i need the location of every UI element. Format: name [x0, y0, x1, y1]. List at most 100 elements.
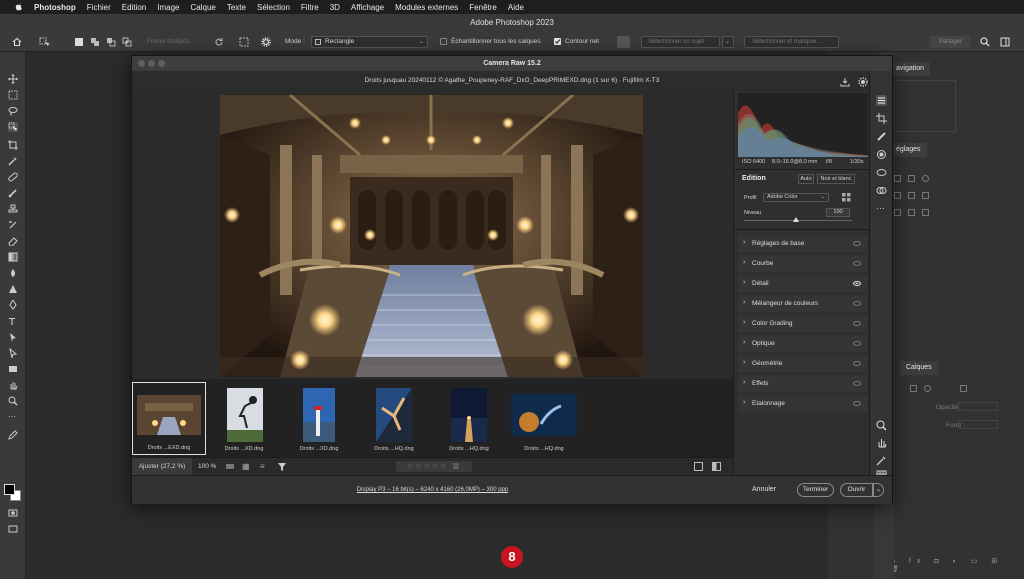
tab-reglages[interactable]: églages [890, 143, 927, 157]
select-and-mask-button[interactable]: Sélectionner et masquer... [744, 36, 839, 48]
grid-view-icon[interactable]: ▦ [242, 462, 252, 472]
select-subject-dropdown[interactable]: ⌄ [722, 36, 734, 48]
search-icon[interactable] [980, 37, 990, 47]
crop-icon[interactable] [876, 113, 887, 124]
zoom-window-button[interactable] [158, 60, 165, 67]
eye-icon[interactable] [853, 261, 861, 266]
minimize-window-button[interactable] [148, 60, 155, 67]
adjustment-icon[interactable] [894, 209, 901, 216]
menu-affichage[interactable]: Affichage [351, 3, 384, 12]
hand-icon[interactable] [876, 437, 887, 448]
show-objects-icon[interactable] [239, 37, 249, 47]
section-optics[interactable]: › Optique [738, 335, 867, 352]
contour-net-checkbox[interactable] [554, 38, 561, 45]
menu-modules-externes[interactable]: Modules externes [395, 3, 458, 12]
filmstrip-thumb[interactable]: Droits ...HQ.dng [432, 382, 506, 455]
blur-tool-icon[interactable] [8, 268, 18, 278]
new-selection-icon[interactable] [74, 37, 84, 47]
menu-photoshop[interactable]: Photoshop [34, 3, 76, 12]
screen-mode-icon[interactable] [8, 524, 18, 534]
rectangle-tool-icon[interactable] [8, 364, 18, 374]
eye-icon[interactable] [853, 241, 861, 246]
edit-sliders-icon[interactable] [876, 95, 887, 106]
adjustment-icon[interactable] [922, 209, 929, 216]
share-button[interactable]: Partager [930, 36, 970, 48]
marquee-tool-icon[interactable] [8, 90, 18, 100]
gear-icon[interactable] [858, 76, 868, 87]
zoom-icon[interactable] [876, 420, 887, 431]
section-calibration[interactable]: › Etalonnage [738, 395, 867, 412]
single-view-icon[interactable] [694, 462, 703, 471]
image-canvas[interactable] [132, 91, 733, 379]
mask-icon[interactable] [876, 149, 887, 160]
section-curve[interactable]: › Courbe [738, 255, 867, 272]
presets-icon[interactable] [876, 185, 887, 196]
adjustment-icon[interactable] [908, 209, 915, 216]
object-selection-tool-icon[interactable] [39, 37, 51, 47]
adjustment-icon[interactable] [894, 175, 901, 182]
clone-stamp-icon[interactable] [8, 204, 18, 214]
more-tools-icon[interactable]: ··· [8, 413, 18, 424]
refresh-icon[interactable] [214, 37, 224, 47]
eye-icon[interactable] [853, 401, 861, 406]
menu-calque[interactable]: Calque [191, 3, 216, 12]
adjustment-icon[interactable] [922, 192, 929, 199]
save-icon[interactable] [840, 76, 850, 87]
healing-brush-icon[interactable] [8, 172, 18, 182]
section-color-mixer[interactable]: › Mélangeur de couleurs [738, 295, 867, 312]
finder-objects-label[interactable]: Finder d'objets [147, 36, 189, 48]
object-selection-tool-icon[interactable] [8, 122, 18, 132]
layer-filter-icon[interactable] [924, 385, 931, 392]
gear-icon[interactable] [261, 37, 271, 47]
brush-tool-icon[interactable] [8, 188, 18, 198]
eye-icon[interactable] [853, 361, 861, 366]
speech-bubble-icon[interactable] [617, 36, 630, 48]
history-brush-icon[interactable] [8, 220, 18, 230]
lasso-tool-icon[interactable] [8, 106, 18, 116]
direct-selection-icon[interactable] [8, 347, 18, 360]
hand-tool-icon[interactable] [8, 380, 18, 390]
profile-select[interactable]: Adobe Color ⌄ [763, 193, 829, 202]
eye-icon[interactable] [853, 381, 861, 386]
eye-icon[interactable] [853, 301, 861, 306]
tab-calques[interactable]: Calques [900, 361, 938, 375]
tab-navigation[interactable]: avigation [890, 62, 931, 76]
auto-button[interactable]: Auto [798, 174, 814, 184]
star-rating[interactable]: ☆☆☆☆☆ ▥ [396, 461, 472, 472]
dodge-tool-icon[interactable] [8, 284, 18, 294]
filmstrip-thumb[interactable]: Droits ...HQ.dng [507, 382, 581, 455]
menu-fenetre[interactable]: Fenêtre [469, 3, 497, 12]
section-detail[interactable]: › Détail [738, 275, 867, 292]
open-button[interactable]: Ouvrir [840, 483, 873, 497]
menu-image[interactable]: Image [157, 3, 179, 12]
menu-aide[interactable]: Aide [508, 3, 524, 12]
intersect-selection-icon[interactable] [122, 37, 132, 47]
move-tool-icon[interactable] [8, 74, 18, 84]
section-effects[interactable]: › Effets [738, 375, 867, 392]
menu-3d[interactable]: 3D [330, 3, 340, 12]
menu-texte[interactable]: Texte [227, 3, 246, 12]
open-options-dropdown[interactable]: ⌄ [873, 483, 884, 497]
menu-selection[interactable]: Sélection [257, 3, 290, 12]
gradient-tool-icon[interactable] [8, 252, 18, 262]
sort-icon[interactable]: ≡ [260, 462, 270, 472]
apple-icon[interactable] [14, 2, 24, 12]
red-eye-icon[interactable] [876, 167, 887, 178]
zoom-menu-icon[interactable] [226, 464, 234, 469]
healing-icon[interactable] [876, 131, 887, 142]
subtract-selection-icon[interactable] [106, 37, 116, 47]
adjustment-icon[interactable] [908, 175, 915, 182]
fill-field[interactable] [958, 420, 998, 429]
eye-icon[interactable] [853, 281, 861, 286]
close-window-button[interactable] [138, 60, 145, 67]
filmstrip-thumb[interactable]: Droits ...EXD.dng [132, 382, 206, 455]
select-subject-button[interactable]: Sélectionner un sujet [641, 36, 720, 48]
filmstrip-thumb[interactable]: Droits ...XD.dng [282, 382, 356, 455]
edit-toolbar-icon[interactable] [8, 430, 18, 440]
zoom-100-button[interactable]: 100 % [198, 458, 216, 475]
layer-filter-icon[interactable] [960, 385, 967, 392]
cancel-button[interactable]: Annuler [752, 476, 776, 504]
section-geometry[interactable]: › Géométrie [738, 355, 867, 372]
level-slider-thumb[interactable] [793, 217, 799, 222]
sample-all-checkbox[interactable] [440, 38, 447, 45]
